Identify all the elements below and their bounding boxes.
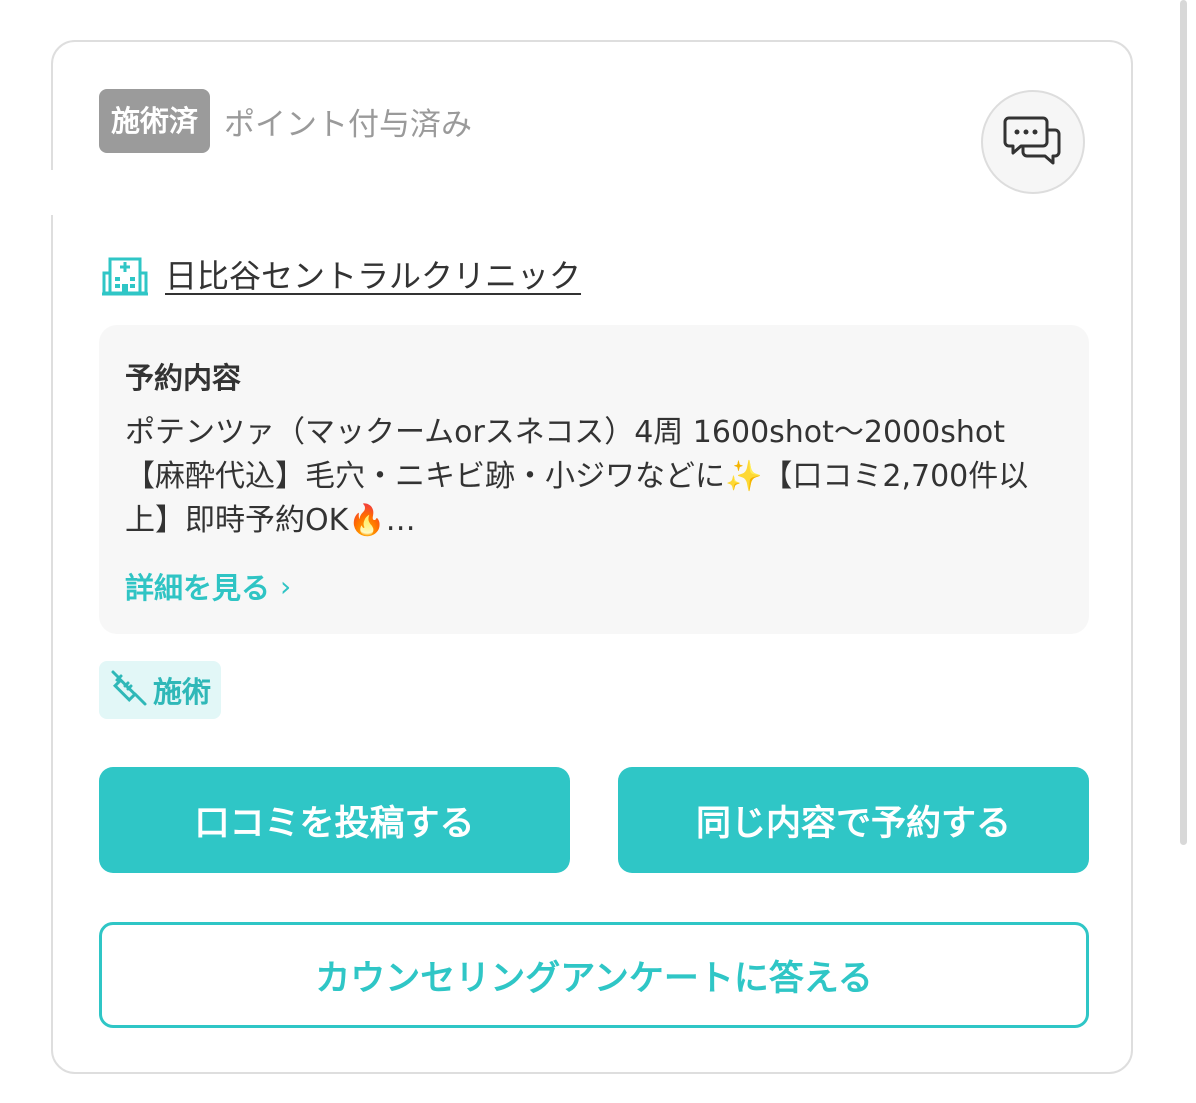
details-link[interactable]: 詳細を見る › bbox=[125, 565, 291, 607]
card-border-gap bbox=[49, 170, 53, 215]
scrollbar[interactable] bbox=[1180, 0, 1187, 845]
treatment-tag: 施術 bbox=[99, 661, 222, 719]
hospital-icon bbox=[101, 250, 149, 298]
rebook-same-button[interactable]: 同じ内容で予約する bbox=[618, 767, 1089, 873]
reservation-title: 予約内容 bbox=[125, 361, 242, 395]
details-link-label: 詳細を見る bbox=[125, 571, 271, 605]
status-text: ポイント付与済み bbox=[224, 106, 473, 143]
treatment-tag-label: 施術 bbox=[153, 675, 212, 709]
reservation-details-box: 予約内容 ポテンツァ（マックームorスネコス）4周 1600shot～2000s… bbox=[99, 325, 1089, 634]
post-review-button[interactable]: 口コミを投稿する bbox=[99, 767, 570, 873]
clinic-row: 日比谷セントラルクリニック bbox=[101, 250, 581, 298]
clinic-name-link[interactable]: 日比谷セントラルクリニック bbox=[165, 251, 581, 297]
chat-button[interactable] bbox=[981, 90, 1085, 194]
status-row: 施術済 ポイント付与済み bbox=[99, 89, 472, 153]
chevron-right-icon: › bbox=[280, 569, 292, 603]
syringe-icon bbox=[109, 668, 149, 712]
reservation-card: 施術済 ポイント付与済み 日比谷セントラルクリニック 予約内容 ポテンツァ（マッ… bbox=[51, 40, 1133, 1074]
counseling-survey-button[interactable]: カウンセリングアンケートに答える bbox=[99, 922, 1089, 1028]
reservation-description: ポテンツァ（マックームorスネコス）4周 1600shot～2000shot【麻… bbox=[125, 415, 1029, 538]
status-badge: 施術済 bbox=[99, 89, 211, 153]
chat-bubbles-icon bbox=[1003, 112, 1063, 172]
